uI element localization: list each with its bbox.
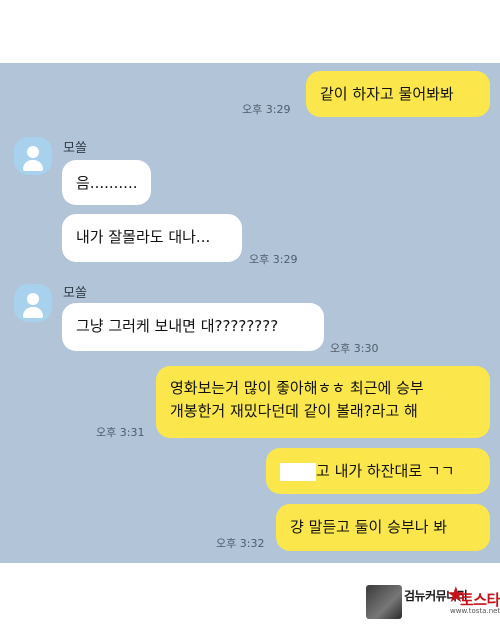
watermark-sub: www.tosta.net: [450, 607, 500, 615]
message-time: 오후 3:30: [330, 342, 379, 355]
my-message-bubble[interactable]: 고 내가 하잔대로 ㄱㄱ: [266, 448, 490, 494]
sender-name: 모쏠: [63, 141, 87, 156]
message-line: 개봉한거 재밌다던데 같이 볼래?라고 해: [170, 402, 418, 420]
their-message-bubble[interactable]: 내가 잘몰라도 대나...: [62, 214, 242, 262]
my-message-bubble[interactable]: 영화보는거 많이 좋아해ㅎㅎ 최근에 승부 개봉한거 재밌다던데 같이 볼래?라…: [156, 366, 490, 438]
soldier-image: [366, 585, 402, 619]
my-message-bubble[interactable]: 걍 말듣고 둘이 승부나 봐: [276, 504, 490, 551]
their-message-bubble[interactable]: 그냥 그러케 보내면 대????????: [62, 303, 324, 351]
avatar-icon[interactable]: [14, 284, 52, 322]
message-line: 영화보는거 많이 좋아해ㅎㅎ 최근에 승부: [170, 379, 424, 397]
avatar-icon[interactable]: [14, 137, 52, 175]
message-time: 오후 3:29: [242, 103, 291, 116]
their-message-bubble[interactable]: 음..........: [62, 160, 151, 205]
message-time: 오후 3:31: [96, 426, 145, 439]
watermark-logo: 검뉴커뮤니티 ★ 토스타 www.tosta.net: [366, 583, 500, 620]
chat-area: 오후 3:29 같이 하자고 물어봐봐 모쏠 음.......... 내가 잘몰…: [0, 63, 500, 563]
redaction-mark: [280, 462, 316, 481]
my-message-bubble[interactable]: 같이 하자고 물어봐봐: [306, 71, 490, 117]
message-time: 오후 3:29: [249, 253, 298, 266]
message-time: 오후 3:32: [216, 537, 265, 550]
sender-name: 모쏠: [63, 286, 87, 301]
message-text: 고 내가 하잔대로 ㄱㄱ: [316, 462, 455, 480]
